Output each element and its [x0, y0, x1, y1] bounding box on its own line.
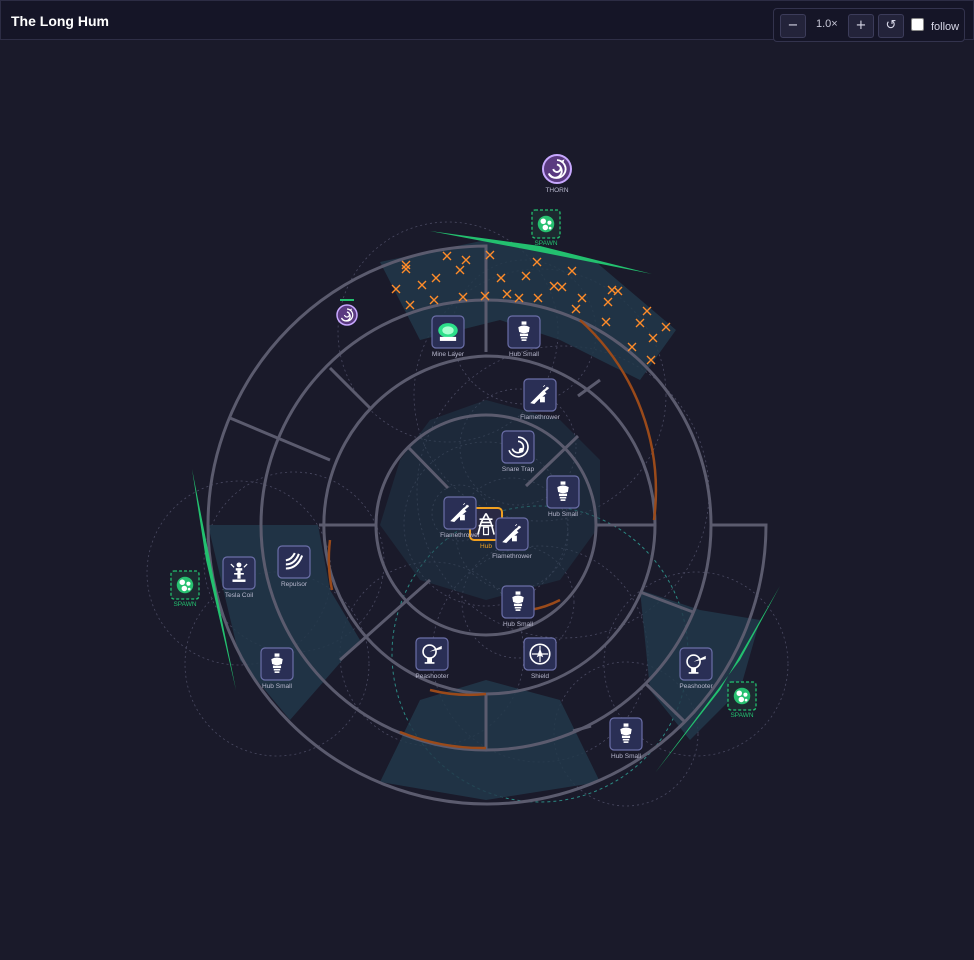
zoom-out-button[interactable]: − [780, 14, 806, 38]
spawn-point[interactable]: SPAWN [531, 209, 561, 247]
thorn-label: THORN [545, 187, 568, 194]
zoom-level: 1.0× [816, 18, 838, 30]
tower-label: Mine Layer [432, 351, 465, 358]
spawn-point[interactable]: SPAWN [727, 681, 757, 719]
tower-hub-small-3[interactable]: Hub Small [260, 647, 294, 690]
spawn-label: SPAWN [173, 601, 196, 608]
tower-mine-layer[interactable]: Mine Layer [431, 315, 465, 358]
zoom-in-button[interactable]: + [848, 14, 874, 38]
tower-label: Shield [531, 673, 549, 680]
tower-peashooter-2[interactable]: Peashooter [679, 647, 713, 690]
tower-tile [501, 430, 535, 464]
tower-label: Snare Trap [502, 466, 535, 473]
tower-hub-small-5[interactable]: Hub Small [609, 717, 643, 760]
tower-snare-trap[interactable]: Snare Trap [501, 430, 535, 473]
spawn-orb-icon [733, 687, 751, 705]
tower-label: Tesla Coil [225, 592, 254, 599]
tower-label: Peashooter [679, 683, 713, 690]
tower-tile [679, 647, 713, 681]
tower-label: Hub Small [262, 683, 293, 690]
tower-label: Hub Small [611, 753, 642, 760]
follow-checkbox[interactable] [911, 18, 924, 31]
follow-label: follow [931, 21, 960, 33]
tower-shield[interactable]: Shield [523, 637, 557, 680]
spawn-label: SPAWN [534, 240, 557, 247]
view-controls: − 1.0× + ↺ follow [773, 8, 965, 42]
tower-label: Repulsor [281, 581, 308, 588]
tower-hub-small-2[interactable]: Hub Small [546, 475, 580, 518]
tower-label: Hub Small [548, 511, 579, 518]
tower-label: Hub [480, 543, 492, 550]
thorn-enemy[interactable]: THORN [542, 154, 572, 194]
spawn-orb-icon [537, 215, 555, 233]
mine-layer-icon [438, 323, 458, 341]
tower-tile [415, 637, 449, 671]
tower-label: Hub Small [509, 351, 540, 358]
game-title: The Long Hum [11, 13, 109, 29]
shield-icon [529, 643, 551, 665]
tower-peashooter-1[interactable]: Peashooter [415, 637, 449, 680]
tower-label: Flamethrower [492, 553, 533, 560]
minion-enemy[interactable] [336, 299, 358, 326]
tower-label: Flamethrower [440, 532, 481, 539]
spawn-orb-icon [176, 576, 194, 594]
tower-label: Flamethrower [520, 414, 561, 421]
tower-flamethrower-1[interactable]: Flamethrower [520, 378, 561, 421]
reset-view-button[interactable]: ↺ [878, 14, 904, 38]
tower-repulsor[interactable]: Repulsor [277, 545, 311, 588]
tower-hub-small-4[interactable]: Hub Small [501, 585, 535, 628]
spawn-point[interactable]: SPAWN [170, 570, 200, 608]
tower-tesla-coil[interactable]: Tesla Coil [222, 556, 256, 599]
tower-hub-small-1[interactable]: Hub Small [507, 315, 541, 358]
game-board[interactable]: THORN SPAWN SPAWN SPAWN Hub Mine Layer Hub S… [0, 38, 974, 960]
tower-label: Hub Small [503, 621, 534, 628]
spawn-label: SPAWN [730, 712, 753, 719]
tower-flamethrower-3[interactable]: Flamethrower [492, 517, 533, 560]
tower-label: Peashooter [415, 673, 449, 680]
tower-flamethrower-2[interactable]: Flamethrower [440, 496, 481, 539]
